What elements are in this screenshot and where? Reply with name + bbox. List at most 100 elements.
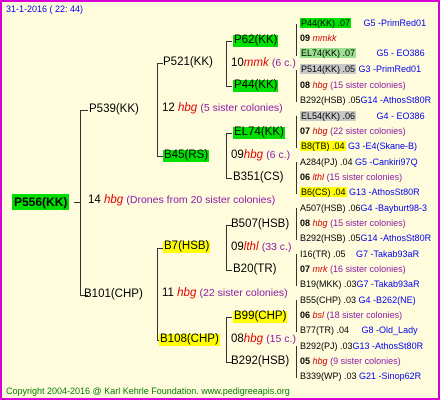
connector (226, 317, 227, 363)
gen4-code: B292(HSB) .05 (300, 95, 361, 105)
gen4-ref: G5 -PrimRed01 (363, 18, 427, 28)
gen4-entry[interactable]: B6(CS) .04 G13 -AthosSt80R (300, 187, 420, 197)
gen4-code: B19(MKK) .03 (300, 279, 357, 289)
gen4-code: I16(TR) .05 (300, 249, 346, 259)
root-note: (Drones from 20 sister colonies) (126, 194, 276, 206)
report-timestamp: 31-1-2016 ( 22: 44) (6, 4, 84, 14)
gen1-queen[interactable]: P539(KK) (89, 103, 139, 116)
copyright-footer: Copyright 2004-2016 @ Karl Kehrle Founda… (6, 386, 290, 396)
gen4-number: 09 (300, 33, 311, 43)
gen4-drone-info: 07 hbg (22 sister colonies) (300, 127, 406, 136)
gen4-entry[interactable]: A507(HSB) .06G4 -Bayburt98-3 (300, 204, 427, 213)
gen4-ref: G7 -Takab93aR (356, 249, 420, 259)
gen3-queen[interactable]: B99(CHP) (233, 310, 288, 323)
gen2-note: (33 c.) (261, 241, 292, 253)
gen4-entry[interactable]: P514(KK) .05 G3 -PrimRed01 (300, 64, 422, 74)
connector (296, 346, 297, 378)
connector (226, 270, 232, 271)
gen4-note: (16 sister colonies) (330, 264, 406, 274)
gen3-queen[interactable]: P62(KK) (233, 34, 279, 47)
gen4-drone-info: 06 lthl (15 sister colonies) (300, 173, 402, 182)
gen4-ref: G4 -Bayburt98-3 (360, 203, 428, 213)
gen4-note: (9 sister colonies) (330, 356, 401, 366)
gen4-entry[interactable]: B19(MKK) .03G7 -Takab93aR (300, 280, 420, 289)
gen2-breed: lthl (243, 241, 259, 253)
gen4-note: (15 sister colonies) (330, 218, 406, 228)
gen4-breed: mmkk (312, 33, 337, 43)
gen4-code: EL54(KK) .06 (300, 111, 357, 121)
gen4-entry[interactable]: B292(HSB) .05G14 -AthosSt80R (300, 234, 431, 243)
gen2-number: 08 (231, 333, 244, 345)
gen4-drone-info: 09 mmkk (300, 34, 337, 43)
connector (226, 178, 232, 179)
gen4-entry[interactable]: P44(KK) .07 G5 -PrimRed01 (300, 18, 427, 28)
gen2-queen[interactable]: B108(CHP) (159, 333, 220, 346)
gen4-code: A284(PJ) .04 (300, 157, 353, 167)
gen4-breed: hbg (312, 80, 328, 90)
gen3-queen[interactable]: B351(CS) (233, 171, 284, 184)
gen4-breed: hbg (312, 356, 328, 366)
gen1-number: 12 (162, 102, 175, 114)
gen1-breed: hbg (178, 102, 198, 114)
gen4-number: 07 (300, 126, 311, 136)
gen4-number: 05 (300, 356, 311, 366)
connector (296, 24, 297, 56)
gen4-ref: G7 -Takab93aR (356, 279, 420, 289)
gen4-entry[interactable]: B292(PJ) .03G13 -AthosSt80R (300, 342, 423, 351)
gen4-ref: G5 -Cankiri97Q (355, 157, 418, 167)
gen4-note: (22 sister colonies) (330, 126, 406, 136)
gen3-queen[interactable]: B20(TR) (233, 263, 276, 276)
gen2-breed: hbg (243, 333, 263, 345)
gen4-ref: G21 -Sinop62R (359, 371, 422, 381)
gen3-queen[interactable]: B292(HSB) (231, 355, 289, 368)
gen4-entry[interactable]: B292(HSB) .05G14 -AthosSt80R (300, 96, 431, 105)
gen4-ref: G4 -B262(NE) (358, 295, 416, 305)
connector (226, 133, 227, 179)
gen4-entry[interactable]: A284(PJ) .04 G5 -Cankiri97Q (300, 158, 418, 167)
gen3-queen[interactable]: P44(KK) (233, 79, 279, 92)
gen4-code: P514(KK) .05 (300, 64, 357, 74)
gen2-number: 09 (231, 149, 244, 161)
connector (296, 208, 297, 240)
gen2-drone-info: 10mmk (6 c.) (231, 57, 296, 70)
gen1-note: (22 sister colonies) (199, 287, 288, 299)
gen4-code: B292(PJ) .03 (300, 341, 353, 351)
gen4-code: B8(TB) .04 (300, 141, 346, 151)
connector (157, 248, 158, 340)
gen1-number: 11 (162, 287, 174, 299)
gen4-breed: lthl (312, 172, 325, 182)
gen2-queen[interactable]: P521(KK) (163, 56, 213, 69)
gen3-queen[interactable]: B507(HSB) (231, 218, 289, 231)
gen1-queen[interactable]: B101(CHP) (84, 288, 143, 301)
pedigree-chart: 31-1-2016 ( 22: 44) P556(KK) 14 hbg (Dro… (0, 0, 440, 400)
gen4-entry[interactable]: B77(TR) .04 G8 -Old_Lady (300, 326, 418, 335)
gen4-note: (15 sister colonies) (326, 172, 403, 182)
connector (296, 300, 297, 332)
gen2-queen[interactable]: B7(HSB) (163, 240, 211, 253)
connector (226, 86, 232, 87)
gen2-queen[interactable]: B45(RS) (163, 149, 210, 162)
gen4-code: EL74(KK) .07 (300, 48, 357, 58)
root-number: 14 (88, 194, 101, 206)
gen4-code: B6(CS) .04 (300, 187, 347, 197)
gen4-code: B77(TR) .04 (300, 325, 350, 335)
gen4-entry[interactable]: B8(TB) .04 G3 -E4(Skane-B) (300, 141, 417, 151)
gen4-drone-info: 07 mrk (16 sister colonies) (300, 265, 406, 274)
gen4-entry[interactable]: EL54(KK) .06 G4 - EO386 (300, 111, 425, 121)
connector (226, 41, 232, 42)
connector (296, 254, 297, 286)
connector (226, 41, 227, 87)
gen3-queen[interactable]: EL74(KK) (233, 126, 285, 139)
gen4-note: (18 sister colonies) (326, 310, 403, 320)
gen4-drone-info: 05 hbg (9 sister colonies) (300, 357, 401, 366)
gen4-breed: hbg (312, 218, 328, 228)
gen2-drone-info: 08hbg (15 c.) (231, 333, 296, 346)
gen4-entry[interactable]: I16(TR) .05 G7 -Takab93aR (300, 250, 419, 259)
gen4-ref: G3 -PrimRed01 (358, 64, 422, 74)
root-queen[interactable]: P556(KK) (12, 194, 70, 210)
connector (80, 110, 88, 111)
gen4-entry[interactable]: B55(CHP) .03 G4 -B262(NE) (300, 296, 416, 305)
gen4-entry[interactable]: B339(WP) .03 G21 -Sinop62R (300, 372, 421, 381)
gen4-entry[interactable]: EL74(KK) .07 G5 - EO386 (300, 48, 425, 58)
gen2-drone-info: 09lthl (33 c.) (231, 241, 292, 254)
